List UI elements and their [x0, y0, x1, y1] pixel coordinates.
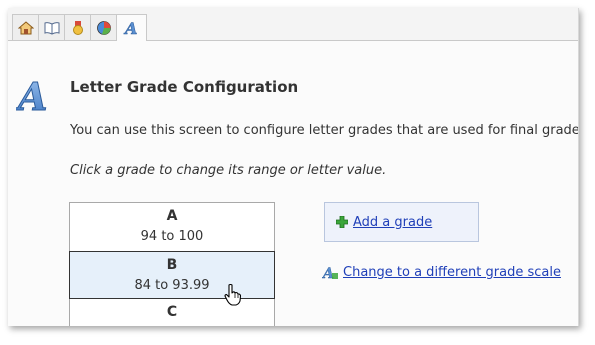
- tab-bar: A: [8, 8, 578, 41]
- plus-icon: [336, 216, 348, 228]
- change-scale-row: A Change to a different grade scale: [322, 264, 561, 281]
- add-grade-box: Add a grade: [324, 202, 479, 242]
- book-icon: [44, 21, 59, 35]
- medal-icon: [72, 20, 83, 35]
- grade-letter: A: [166, 208, 178, 224]
- grade-scale-icon: A: [322, 266, 338, 280]
- tab-achievements[interactable]: [64, 14, 91, 40]
- grade-row-a[interactable]: A 94 to 100: [70, 203, 274, 251]
- instruction-hint: Click a grade to change its range or let…: [70, 163, 387, 178]
- page-title: Letter Grade Configuration: [70, 78, 299, 96]
- grade-row-c[interactable]: C: [70, 299, 274, 326]
- tab-letter-grades[interactable]: A: [116, 14, 147, 41]
- home-icon: [17, 20, 34, 34]
- pie-chart-icon: [96, 20, 111, 35]
- add-grade-link[interactable]: Add a grade: [353, 215, 432, 230]
- grade-row-b[interactable]: B 84 to 93.99: [69, 251, 275, 299]
- grade-letter: C: [166, 304, 178, 320]
- grade-list: A 94 to 100 B 84 to 93.99 C: [69, 202, 275, 326]
- svg-text:A: A: [123, 19, 137, 37]
- hand-cursor-icon: [224, 284, 242, 306]
- change-grade-scale-link[interactable]: Change to a different grade scale: [343, 265, 561, 280]
- letter-a-icon: A: [123, 19, 138, 37]
- grade-letter: B: [166, 257, 178, 273]
- tab-statistics[interactable]: [90, 14, 117, 40]
- tab-gradebook[interactable]: [38, 14, 65, 40]
- grade-range: 94 to 100: [140, 229, 204, 244]
- page-description: You can use this screen to configure let…: [70, 123, 579, 138]
- svg-text:A: A: [16, 74, 47, 116]
- letter-grade-logo-icon: A: [16, 74, 48, 117]
- window-frame: A A Letter Grade Configuration You can u…: [8, 8, 579, 326]
- tab-home[interactable]: [12, 14, 39, 40]
- grade-range: 84 to 93.99: [134, 278, 210, 293]
